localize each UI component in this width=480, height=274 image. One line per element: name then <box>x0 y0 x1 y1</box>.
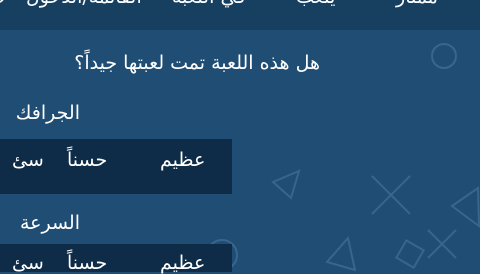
question-text: هل هذه اللعبة تمت لعبتها جيداً؟ <box>74 52 320 74</box>
speed-options: عظيم حسناً سئ <box>0 244 232 274</box>
speed-option-great[interactable]: عظيم <box>160 252 205 274</box>
graphics-option-bad[interactable]: سئ <box>12 149 44 171</box>
tab-in-game[interactable]: في اللعبة <box>172 0 245 8</box>
top-menu-bar: لا القائمة/الدخول في اللعبة يلعب ممتاز <box>0 0 480 30</box>
speed-option-ok[interactable]: حسناً <box>67 252 107 274</box>
speed-label: السرعة <box>19 212 80 234</box>
tab-perfect[interactable]: ممتاز <box>396 0 438 8</box>
graphics-option-ok[interactable]: حسناً <box>67 149 107 171</box>
graphics-options: عظيم حسناً سئ <box>0 139 232 194</box>
tab-playable[interactable]: يلعب <box>296 0 335 8</box>
graphics-label: الجرافك <box>15 102 80 124</box>
tab-menu-login[interactable]: القائمة/الدخول <box>26 0 142 8</box>
graphics-option-great[interactable]: عظيم <box>160 149 205 171</box>
speed-option-bad[interactable]: سئ <box>12 252 44 274</box>
tab-no[interactable]: لا <box>0 0 7 8</box>
